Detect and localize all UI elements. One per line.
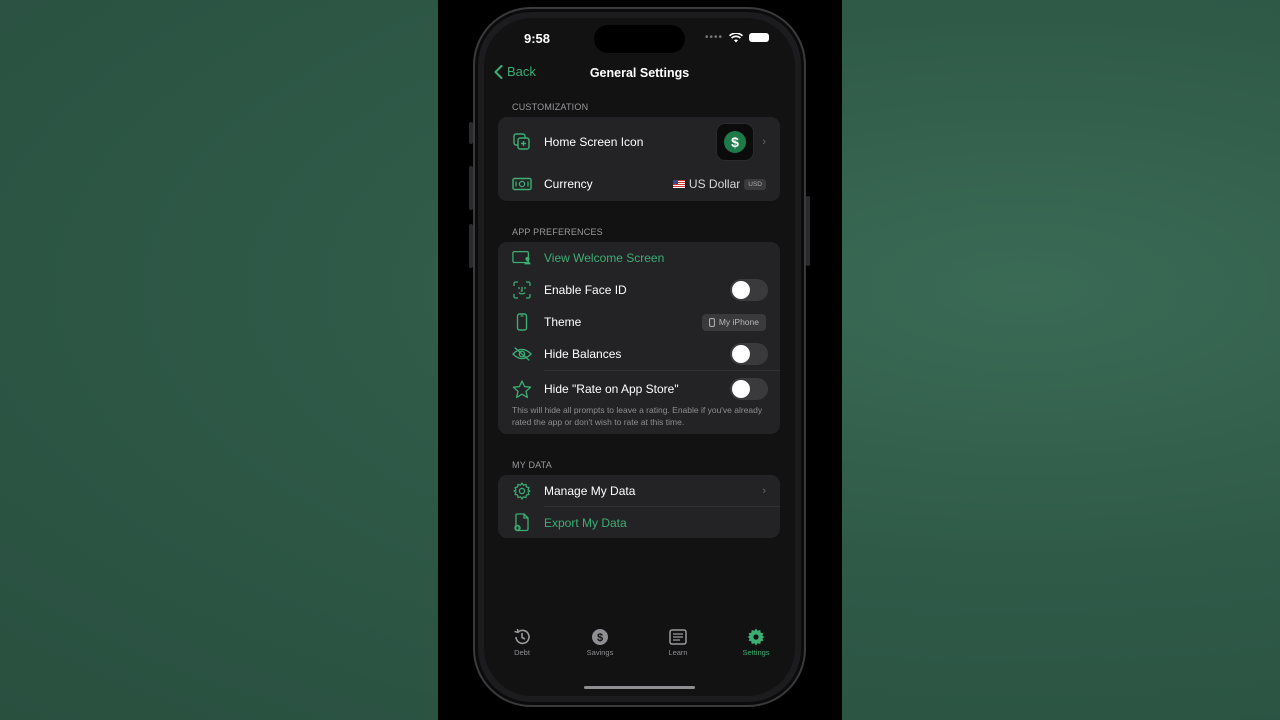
tab-savings[interactable]: $ Savings [575, 628, 625, 657]
section-header-customization: CUSTOMIZATION [512, 102, 589, 112]
toggle-knob [732, 281, 750, 299]
face-id-row: Enable Face ID [498, 274, 780, 306]
volume-down-button [469, 224, 473, 268]
hide-balances-label: Hide Balances [544, 347, 622, 361]
dollar-circle-icon: $ [591, 628, 609, 646]
home-screen-icon-label: Home Screen Icon [544, 135, 644, 149]
battery-icon [749, 33, 769, 42]
app-icon-preview: $ [716, 123, 754, 161]
home-indicator[interactable] [584, 686, 695, 689]
tab-bar: Debt $ Savings Learn Settings [484, 628, 795, 668]
hide-rate-row: Hide "Rate on App Store" [498, 372, 780, 406]
theme-row: Theme My iPhone [498, 306, 780, 338]
currency-code-badge: USD [744, 178, 766, 190]
tab-learn[interactable]: Learn [653, 628, 703, 657]
signal-icon: •••• [704, 32, 723, 43]
side-button [806, 196, 810, 266]
hide-balances-toggle[interactable] [730, 343, 768, 365]
currency-label: Currency [544, 177, 593, 191]
app-preferences-group: View Welcome Screen Enable Face ID Theme [498, 242, 780, 434]
eye-slash-icon [512, 344, 532, 364]
history-icon [513, 628, 531, 646]
svg-text:$: $ [597, 632, 603, 644]
hide-balances-row: Hide Balances [498, 338, 780, 370]
dynamic-island [594, 25, 685, 53]
home-screen-icon-row[interactable]: Home Screen Icon $ › [498, 117, 780, 167]
banknote-icon [512, 174, 532, 194]
manage-my-data-row[interactable]: Manage My Data › [498, 475, 780, 506]
theme-label: Theme [544, 315, 582, 329]
face-id-icon [512, 280, 532, 300]
newspaper-icon [669, 628, 687, 646]
export-my-data-label: Export My Data [544, 515, 627, 530]
dollar-coin-icon: $ [724, 131, 746, 153]
manage-my-data-label: Manage My Data [544, 483, 636, 498]
view-welcome-row[interactable]: View Welcome Screen [498, 242, 780, 274]
status-time: 9:58 [524, 31, 551, 46]
face-id-toggle[interactable] [730, 279, 768, 301]
gear-fill-icon [747, 628, 765, 646]
hide-rate-toggle[interactable] [730, 378, 768, 400]
hide-rate-footnote: This will hide all prompts to leave a ra… [512, 405, 763, 427]
customization-group: Home Screen Icon $ › Currency US Dollar … [498, 117, 780, 201]
my-data-group: Manage My Data › Export My Data [498, 475, 780, 538]
section-header-my-data: MY DATA [512, 460, 552, 470]
chevron-right-icon: › [762, 136, 766, 148]
chevron-right-icon: › [762, 484, 766, 497]
currency-row[interactable]: Currency US Dollar USD [498, 167, 780, 201]
theme-value: My iPhone [718, 317, 759, 327]
toggle-knob [732, 345, 750, 363]
tab-debt-label: Debt [514, 648, 530, 657]
action-button [469, 122, 473, 144]
theme-selector[interactable]: My iPhone [701, 313, 766, 331]
tab-settings-label: Settings [742, 648, 770, 657]
view-welcome-label: View Welcome Screen [544, 251, 665, 265]
tab-savings-label: Savings [586, 648, 614, 657]
star-icon [512, 379, 532, 399]
tab-learn-label: Learn [668, 648, 688, 657]
navigation-bar: Back General Settings [484, 64, 795, 88]
tab-settings[interactable]: Settings [731, 628, 781, 657]
tab-debt[interactable]: Debt [497, 628, 547, 657]
currency-value: US Dollar USD [672, 177, 766, 191]
iphone-small-icon [708, 317, 715, 327]
phone-screen: 9:58 •••• Back General Settings CUSTOMIZ… [484, 18, 795, 696]
currency-name: US Dollar [688, 177, 741, 191]
export-doc-icon [512, 513, 532, 533]
us-flag-icon [672, 180, 685, 188]
gear-icon [512, 481, 532, 501]
section-header-app-preferences: APP PREFERENCES [512, 227, 603, 237]
status-icons: •••• [705, 32, 769, 43]
volume-up-button [469, 166, 473, 210]
welcome-screen-icon [512, 248, 532, 268]
wifi-icon [729, 32, 743, 42]
face-id-label: Enable Face ID [544, 283, 627, 297]
hide-rate-label: Hide "Rate on App Store" [544, 382, 679, 396]
toggle-knob [732, 380, 750, 398]
divider [544, 370, 780, 371]
iphone-icon [512, 312, 532, 332]
app-icon-icon [512, 132, 532, 152]
page-title: General Settings [589, 66, 690, 80]
export-my-data-row[interactable]: Export My Data [498, 507, 780, 538]
